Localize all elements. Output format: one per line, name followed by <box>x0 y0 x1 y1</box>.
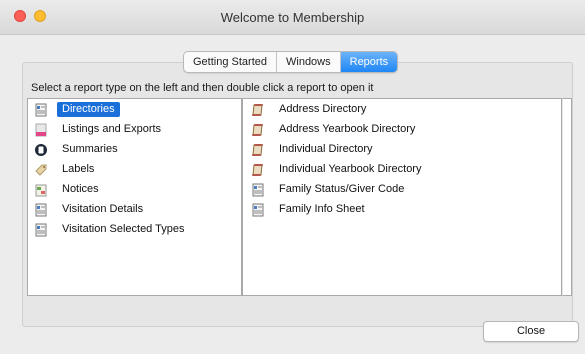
report-type-label: Visitation Details <box>62 203 144 215</box>
close-button[interactable]: Close <box>483 321 579 342</box>
scroll-icon <box>252 123 263 136</box>
report-type-label: Labels <box>62 163 95 175</box>
scroll-icon <box>252 103 263 116</box>
report-individual-yearbook-directory[interactable]: Individual Yearbook Directory <box>251 161 426 178</box>
instruction-text: Select a report type on the left and the… <box>31 82 374 94</box>
report-type-directories[interactable]: Directories <box>34 101 120 118</box>
tab-reports[interactable]: Reports <box>340 52 398 72</box>
report-type-visitation-selected-types[interactable]: Visitation Selected Types <box>34 221 190 238</box>
notice-icon <box>35 184 47 196</box>
report-type-label: Listings and Exports <box>62 123 162 135</box>
report-type-list[interactable]: Directories Listings and Exports Summari… <box>27 98 242 296</box>
tab-windows[interactable]: Windows <box>277 52 341 72</box>
report-label: Address Yearbook Directory <box>279 123 416 135</box>
scroll-icon <box>252 143 263 156</box>
title-bar[interactable]: Welcome to Membership <box>0 0 585 35</box>
document-icon <box>35 103 47 116</box>
tab-bar: Getting Started Windows Reports <box>183 51 399 73</box>
report-type-labels[interactable]: Labels <box>34 161 99 178</box>
document-icon <box>252 203 264 216</box>
report-label: Address Directory <box>279 103 367 115</box>
document-icon <box>252 183 264 196</box>
report-type-visitation-details[interactable]: Visitation Details <box>34 201 148 218</box>
report-family-info-sheet[interactable]: Family Info Sheet <box>251 201 370 218</box>
report-type-label: Visitation Selected Types <box>62 223 185 235</box>
report-list-scrollbar[interactable] <box>562 98 572 296</box>
report-address-yearbook-directory[interactable]: Address Yearbook Directory <box>251 121 420 138</box>
report-label: Individual Yearbook Directory <box>279 163 422 175</box>
scroll-icon <box>252 163 263 176</box>
report-type-label: Notices <box>62 183 99 195</box>
report-individual-directory[interactable]: Individual Directory <box>251 141 378 158</box>
report-label: Family Status/Giver Code <box>279 183 405 195</box>
report-type-listings-and-exports[interactable]: Listings and Exports <box>34 121 166 138</box>
summary-icon <box>35 143 47 156</box>
listing-export-icon <box>35 123 47 136</box>
window-title: Welcome to Membership <box>220 10 365 25</box>
report-type-summaries[interactable]: Summaries <box>34 141 123 158</box>
report-family-status-giver-code[interactable]: Family Status/Giver Code <box>251 181 409 198</box>
report-type-notices[interactable]: Notices <box>34 181 104 198</box>
report-type-label: Summaries <box>62 143 118 155</box>
report-address-directory[interactable]: Address Directory <box>251 101 371 118</box>
report-list[interactable]: Address Directory Address Yearbook Direc… <box>242 98 562 296</box>
tab-getting-started[interactable]: Getting Started <box>184 52 277 72</box>
tag-icon <box>35 164 47 176</box>
document-icon <box>35 203 47 216</box>
report-label: Individual Directory <box>279 143 373 155</box>
report-type-label: Directories <box>57 102 120 117</box>
document-icon <box>35 223 47 236</box>
report-label: Family Info Sheet <box>279 203 365 215</box>
welcome-window: Welcome to Membership Getting Started Wi… <box>0 0 585 354</box>
